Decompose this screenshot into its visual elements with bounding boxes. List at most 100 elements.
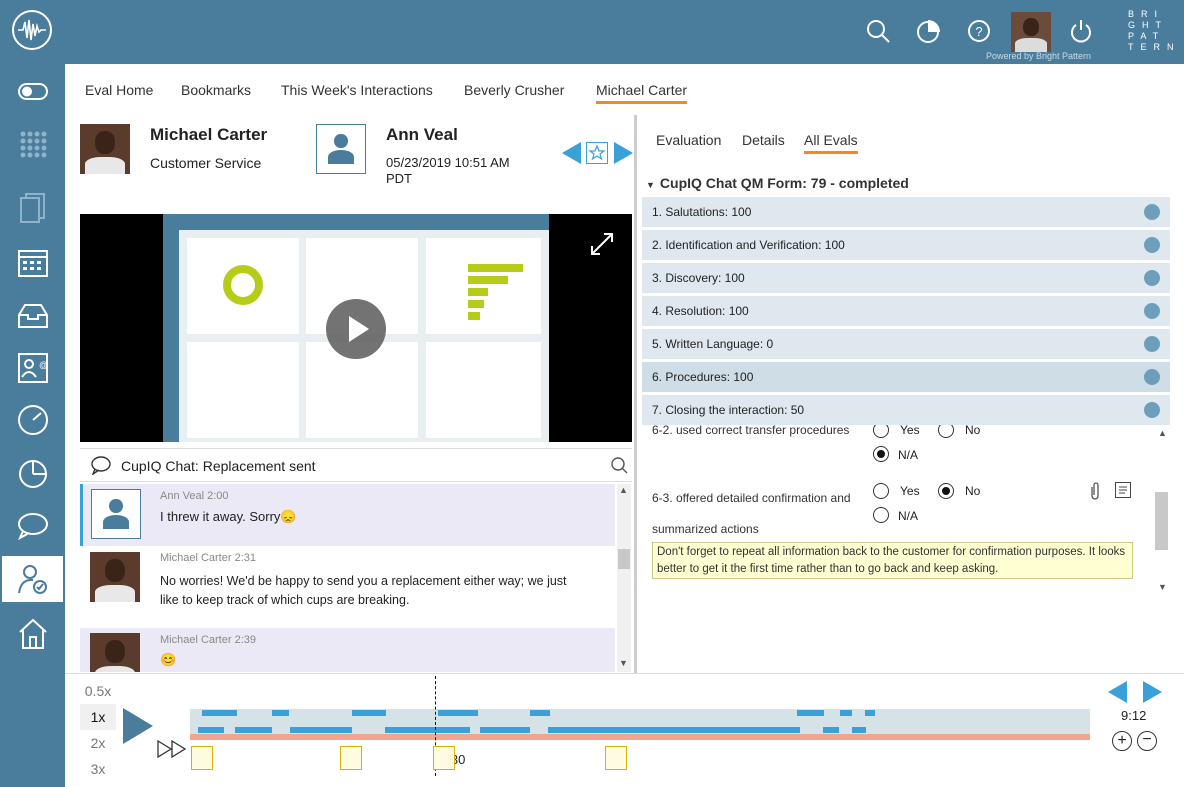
label-yes: Yes <box>900 425 920 437</box>
timeline-play-button[interactable] <box>122 707 154 750</box>
radio-yes-6-3[interactable] <box>873 483 889 499</box>
calendar-icon[interactable] <box>0 236 65 288</box>
tab-eval-home[interactable]: Eval Home <box>85 82 153 98</box>
chat-message: Michael Carter 2:39 😊 <box>80 628 615 672</box>
speed-0-5x[interactable]: 0.5x <box>80 678 116 704</box>
note-marker-icon[interactable] <box>433 746 455 770</box>
eval-section-row[interactable]: 6. Procedures: 100 <box>642 362 1170 392</box>
timeline-segment <box>198 727 224 733</box>
video-player[interactable] <box>80 214 632 442</box>
fullscreen-icon[interactable] <box>590 232 614 261</box>
chat-icon[interactable] <box>0 500 65 552</box>
message-text: No worries! We'd be happy to send you a … <box>160 574 567 607</box>
dialpad-icon[interactable] <box>0 118 65 170</box>
bookmark-star-icon[interactable] <box>586 142 608 164</box>
label-yes: Yes <box>900 484 920 498</box>
agent-avatar <box>80 124 130 174</box>
fast-forward-icon[interactable] <box>157 739 189 763</box>
eval-section-row[interactable]: 3. Discovery: 100 <box>642 263 1170 293</box>
form-title[interactable]: ▼ CupIQ Chat QM Form: 79 - completed <box>646 175 909 191</box>
label-na: N/A <box>898 509 919 523</box>
chat-title: CupIQ Chat: Replacement sent <box>121 458 316 474</box>
timeline-segment <box>385 727 470 733</box>
speed-3x[interactable]: 3x <box>80 756 116 782</box>
tab-evaluation[interactable]: Evaluation <box>656 132 721 148</box>
search-icon[interactable] <box>865 18 891 44</box>
app-logo-icon[interactable] <box>12 10 52 50</box>
quality-management-icon[interactable] <box>2 556 63 602</box>
status-dot-icon <box>1144 237 1160 253</box>
tab-beverly-crusher[interactable]: Beverly Crusher <box>464 82 564 98</box>
attachment-icon[interactable] <box>1088 481 1102 506</box>
comment-icon[interactable] <box>1115 482 1131 498</box>
tab-michael-carter[interactable]: Michael Carter <box>596 82 688 104</box>
help-icon[interactable]: ? <box>966 18 992 44</box>
documents-icon[interactable] <box>0 182 65 234</box>
timeline-segment <box>352 710 386 716</box>
eval-section-row[interactable]: 2. Identification and Verification: 100 <box>642 230 1170 260</box>
tab-bookmarks[interactable]: Bookmarks <box>181 82 251 98</box>
tab-all-evals[interactable]: All Evals <box>804 132 858 154</box>
previous-arrow-icon[interactable] <box>561 141 583 170</box>
note-marker-icon[interactable] <box>340 746 362 770</box>
toggle-icon[interactable] <box>0 66 65 118</box>
tab-details[interactable]: Details <box>742 132 785 148</box>
inbox-icon[interactable] <box>0 290 65 342</box>
agent-message-avatar <box>90 552 140 602</box>
chat-scrollbar[interactable]: ▲ ▼ <box>617 484 631 672</box>
timeline-track[interactable] <box>190 709 1090 740</box>
chat-message: Michael Carter 2:31 No worries! We'd be … <box>80 546 615 628</box>
note-marker-icon[interactable] <box>605 746 627 770</box>
question-6-2: 6-2. used correct transfer procedures <box>652 425 850 437</box>
timeline-segment <box>438 710 478 716</box>
message-author: Michael Carter 2:39 <box>160 634 256 646</box>
speed-1x[interactable]: 1x <box>80 704 116 730</box>
status-dot-icon <box>1144 270 1160 286</box>
speed-2x[interactable]: 2x <box>80 730 116 756</box>
contacts-icon[interactable]: @ <box>0 342 65 394</box>
eval-section-row[interactable]: 1. Salutations: 100 <box>642 197 1170 227</box>
chat-bubble-icon <box>90 455 112 480</box>
chart-icon[interactable] <box>915 18 941 44</box>
label-no: No <box>965 484 981 498</box>
message-text: 😊 <box>160 652 177 667</box>
timeline-segment <box>202 710 237 716</box>
chat-search-icon[interactable] <box>610 456 628 479</box>
zoom-next-icon[interactable] <box>1141 680 1163 709</box>
eval-section-row[interactable]: 4. Resolution: 100 <box>642 296 1170 326</box>
zoom-prev-icon[interactable] <box>1107 680 1129 709</box>
note-marker-icon[interactable] <box>191 746 213 770</box>
brand-logo: BRI GHT PAT TERN <box>1128 9 1181 52</box>
eval-section-row[interactable]: 7. Closing the interaction: 50 <box>642 395 1170 425</box>
message-text: I threw it away. Sorry😞 <box>160 509 297 524</box>
zoom-out-icon[interactable]: − <box>1137 731 1157 751</box>
zoom-in-icon[interactable]: + <box>1112 731 1132 751</box>
message-author: Michael Carter 2:31 <box>160 552 256 564</box>
power-icon[interactable] <box>1068 18 1094 44</box>
timeline-segment <box>480 727 530 733</box>
timeline-segment <box>530 710 550 716</box>
agent-team: Customer Service <box>150 155 262 171</box>
tab-this-weeks-interactions[interactable]: This Week's Interactions <box>281 82 433 98</box>
status-dot-icon <box>1144 336 1160 352</box>
panel-divider[interactable] <box>634 115 637 673</box>
speedometer-icon[interactable] <box>0 394 65 446</box>
status-dot-icon <box>1144 204 1160 220</box>
next-arrow-icon[interactable] <box>612 141 634 170</box>
customer-avatar <box>316 124 366 174</box>
radio-no-6-2[interactable] <box>938 425 954 438</box>
eval-scrollbar[interactable]: ▲ ▼ <box>1155 426 1169 596</box>
play-video-button[interactable] <box>326 299 386 359</box>
reports-icon[interactable] <box>0 448 65 500</box>
radio-yes-6-2[interactable] <box>873 425 889 438</box>
eval-section-row[interactable]: 5. Written Language: 0 <box>642 329 1170 359</box>
svg-text:?: ? <box>975 24 982 39</box>
status-dot-icon <box>1144 402 1160 418</box>
user-avatar[interactable] <box>1011 12 1051 52</box>
home-icon[interactable] <box>0 608 65 660</box>
radio-na-6-3[interactable] <box>873 507 889 523</box>
radio-na-6-2[interactable] <box>873 446 889 462</box>
radio-no-6-3[interactable] <box>938 483 954 499</box>
svg-text:@: @ <box>39 360 48 370</box>
timeline-segment <box>272 710 289 716</box>
